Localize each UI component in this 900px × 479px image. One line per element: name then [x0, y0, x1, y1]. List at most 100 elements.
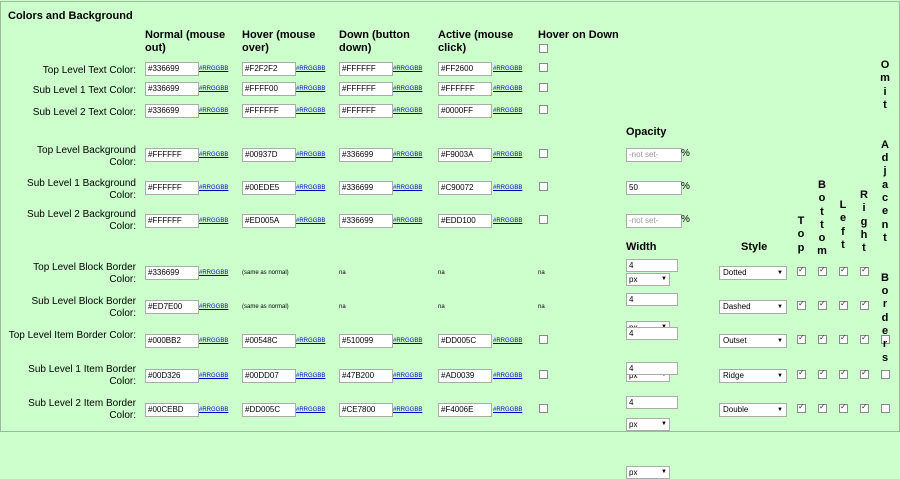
- hover-color-picker-link[interactable]: #RRGGBB: [296, 184, 325, 192]
- active-color-input[interactable]: #FFFFFF: [438, 82, 492, 96]
- border-width-input[interactable]: 4: [626, 259, 678, 272]
- active-color-input[interactable]: #AD0039: [438, 369, 492, 383]
- normal-color-picker-link[interactable]: #RRGGBB: [199, 372, 228, 380]
- down-color-picker-link[interactable]: #RRGGBB: [393, 337, 422, 345]
- hover-color-input[interactable]: #DD005C: [242, 403, 296, 417]
- border-bottom-checkbox[interactable]: [818, 402, 827, 413]
- hover-on-down-checkbox[interactable]: [539, 149, 548, 158]
- border-top-checkbox[interactable]: [797, 265, 806, 276]
- border-bottom-checkbox[interactable]: [818, 368, 827, 379]
- normal-color-picker-link[interactable]: #RRGGBB: [199, 151, 228, 159]
- opacity-input[interactable]: -not set-: [626, 214, 682, 228]
- border-right-checkbox[interactable]: [860, 333, 869, 344]
- border-unit-select[interactable]: px ▼: [626, 273, 670, 286]
- border-style-select[interactable]: Ridge ▼: [719, 369, 787, 383]
- hover-color-picker-link[interactable]: #RRGGBB: [296, 406, 325, 414]
- normal-color-input[interactable]: #00CEBD: [145, 403, 199, 417]
- hover-color-input[interactable]: #00EDE5: [242, 181, 296, 195]
- normal-color-picker-link[interactable]: #RRGGBB: [199, 303, 228, 311]
- down-color-input[interactable]: #FFFFFF: [339, 62, 393, 76]
- hover-on-down-checkbox[interactable]: [539, 215, 548, 224]
- border-bottom-checkbox[interactable]: [818, 299, 827, 310]
- border-style-select[interactable]: Dashed ▼: [719, 300, 787, 314]
- border-width-input[interactable]: 4: [626, 362, 678, 375]
- active-color-picker-link[interactable]: #RRGGBB: [493, 107, 522, 115]
- down-color-picker-link[interactable]: #RRGGBB: [393, 372, 422, 380]
- normal-color-input[interactable]: #FFFFFF: [145, 148, 199, 162]
- hover-on-down-checkbox[interactable]: [539, 182, 548, 191]
- hover-on-down-checkbox[interactable]: [539, 404, 548, 413]
- hover-color-input[interactable]: #00DD07: [242, 369, 296, 383]
- border-top-checkbox[interactable]: [797, 368, 806, 379]
- border-right-checkbox[interactable]: [860, 299, 869, 310]
- normal-color-input[interactable]: #ED7E00: [145, 300, 199, 314]
- normal-color-picker-link[interactable]: #RRGGBB: [199, 107, 228, 115]
- down-color-picker-link[interactable]: #RRGGBB: [393, 85, 422, 93]
- normal-color-input[interactable]: #336699: [145, 266, 199, 280]
- border-bottom-checkbox[interactable]: [818, 265, 827, 276]
- active-color-picker-link[interactable]: #RRGGBB: [493, 337, 522, 345]
- border-unit-select[interactable]: px ▼: [626, 466, 670, 479]
- omit-adjacent-borders-checkbox[interactable]: [881, 404, 890, 413]
- active-color-input[interactable]: #0000FF: [438, 104, 492, 118]
- normal-color-input[interactable]: #FFFFFF: [145, 181, 199, 195]
- border-right-checkbox[interactable]: [860, 402, 869, 413]
- hover-color-input[interactable]: #FFFFFF: [242, 104, 296, 118]
- hover-color-picker-link[interactable]: #RRGGBB: [296, 151, 325, 159]
- hover-color-picker-link[interactable]: #RRGGBB: [296, 107, 325, 115]
- hover-color-input[interactable]: #00937D: [242, 148, 296, 162]
- normal-color-picker-link[interactable]: #RRGGBB: [199, 65, 228, 73]
- down-color-picker-link[interactable]: #RRGGBB: [393, 151, 422, 159]
- hover-on-down-checkbox[interactable]: [539, 83, 548, 92]
- down-color-input[interactable]: #FFFFFF: [339, 82, 393, 96]
- normal-color-picker-link[interactable]: #RRGGBB: [199, 217, 228, 225]
- active-color-picker-link[interactable]: #RRGGBB: [493, 65, 522, 73]
- down-color-input[interactable]: #47B200: [339, 369, 393, 383]
- hover-color-picker-link[interactable]: #RRGGBB: [296, 217, 325, 225]
- active-color-input[interactable]: #DD005C: [438, 334, 492, 348]
- border-width-input[interactable]: 4: [626, 293, 678, 306]
- hover-on-down-checkbox[interactable]: [539, 335, 548, 344]
- border-top-checkbox[interactable]: [797, 402, 806, 413]
- normal-color-input[interactable]: #00D326: [145, 369, 199, 383]
- hover-color-picker-link[interactable]: #RRGGBB: [296, 372, 325, 380]
- border-top-checkbox[interactable]: [797, 299, 806, 310]
- border-left-checkbox[interactable]: [839, 402, 848, 413]
- hover-on-down-checkbox[interactable]: [539, 105, 548, 114]
- border-width-input[interactable]: 4: [626, 396, 678, 409]
- normal-color-input[interactable]: #336699: [145, 62, 199, 76]
- down-color-picker-link[interactable]: #RRGGBB: [393, 107, 422, 115]
- active-color-picker-link[interactable]: #RRGGBB: [493, 184, 522, 192]
- opacity-input[interactable]: -not set-: [626, 148, 682, 162]
- hover-on-down-all-checkbox[interactable]: [539, 44, 548, 53]
- border-style-select[interactable]: Double ▼: [719, 403, 787, 417]
- active-color-picker-link[interactable]: #RRGGBB: [493, 406, 522, 414]
- normal-color-picker-link[interactable]: #RRGGBB: [199, 269, 228, 277]
- border-left-checkbox[interactable]: [839, 333, 848, 344]
- hover-color-picker-link[interactable]: #RRGGBB: [296, 85, 325, 93]
- hover-color-input[interactable]: #FFFF00: [242, 82, 296, 96]
- down-color-input[interactable]: #FFFFFF: [339, 104, 393, 118]
- active-color-picker-link[interactable]: #RRGGBB: [493, 151, 522, 159]
- border-right-checkbox[interactable]: [860, 368, 869, 379]
- active-color-picker-link[interactable]: #RRGGBB: [493, 372, 522, 380]
- hover-color-input[interactable]: #00548C: [242, 334, 296, 348]
- normal-color-input[interactable]: #FFFFFF: [145, 214, 199, 228]
- hover-color-picker-link[interactable]: #RRGGBB: [296, 65, 325, 73]
- down-color-picker-link[interactable]: #RRGGBB: [393, 217, 422, 225]
- opacity-input[interactable]: 50: [626, 181, 682, 195]
- down-color-picker-link[interactable]: #RRGGBB: [393, 65, 422, 73]
- down-color-input[interactable]: #336699: [339, 148, 393, 162]
- down-color-input[interactable]: #CE7800: [339, 403, 393, 417]
- hover-color-input[interactable]: #ED005A: [242, 214, 296, 228]
- active-color-picker-link[interactable]: #RRGGBB: [493, 217, 522, 225]
- active-color-input[interactable]: #C90072: [438, 181, 492, 195]
- normal-color-picker-link[interactable]: #RRGGBB: [199, 337, 228, 345]
- down-color-picker-link[interactable]: #RRGGBB: [393, 406, 422, 414]
- normal-color-picker-link[interactable]: #RRGGBB: [199, 85, 228, 93]
- active-color-picker-link[interactable]: #RRGGBB: [493, 85, 522, 93]
- border-top-checkbox[interactable]: [797, 333, 806, 344]
- active-color-input[interactable]: #FF2600: [438, 62, 492, 76]
- hover-on-down-checkbox[interactable]: [539, 370, 548, 379]
- normal-color-picker-link[interactable]: #RRGGBB: [199, 406, 228, 414]
